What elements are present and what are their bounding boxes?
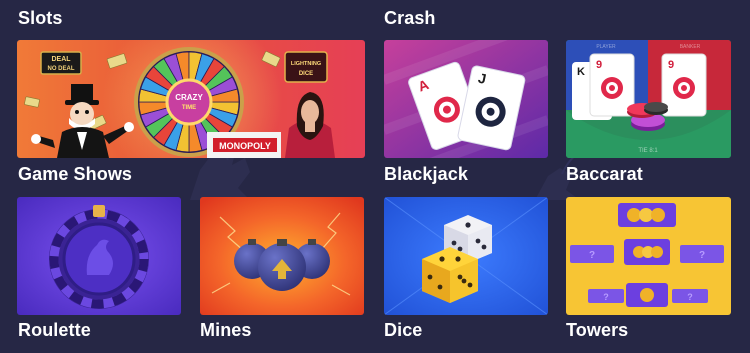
game-label-mines[interactable]: Mines bbox=[200, 320, 252, 340]
svg-text:LIGHTNING: LIGHTNING bbox=[291, 61, 321, 67]
game-label-dice[interactable]: Dice bbox=[384, 320, 422, 340]
blackjack-thumbnail: A J bbox=[384, 40, 548, 158]
svg-text:?: ? bbox=[699, 250, 705, 261]
game-label-blackjack[interactable]: Blackjack bbox=[384, 164, 468, 184]
game-label-roulette[interactable]: Roulette bbox=[18, 320, 91, 340]
svg-text:DICE: DICE bbox=[299, 71, 313, 77]
svg-text:TIE 8:1: TIE 8:1 bbox=[638, 148, 658, 154]
game-shows-thumbnail: DEAL NO DEAL CRAZY TIME MONOPOLY LIGHTNI… bbox=[17, 40, 365, 158]
svg-text:?: ? bbox=[589, 250, 595, 261]
svg-text:CRAZY: CRAZY bbox=[175, 93, 203, 102]
game-tile-dice[interactable] bbox=[384, 197, 548, 315]
game-label-baccarat[interactable]: Baccarat bbox=[566, 164, 643, 184]
game-label-game-shows[interactable]: Game Shows bbox=[18, 164, 132, 184]
game-tile-towers[interactable]: ? ? ? ? bbox=[566, 197, 731, 315]
poker-chips-icon bbox=[627, 102, 668, 131]
svg-text:PLAYER: PLAYER bbox=[596, 44, 616, 50]
svg-text:BANKER: BANKER bbox=[680, 44, 701, 50]
svg-text:MONOPOLY: MONOPOLY bbox=[219, 141, 271, 151]
towers-thumbnail: ? ? ? ? bbox=[566, 197, 731, 315]
svg-text:9: 9 bbox=[668, 59, 674, 71]
nine-card-icon: 9 bbox=[589, 53, 635, 117]
deal-no-deal-logo: DEAL NO DEAL bbox=[40, 51, 82, 75]
dice-thumbnail bbox=[384, 197, 548, 315]
svg-text:?: ? bbox=[603, 292, 609, 302]
svg-text:?: ? bbox=[687, 292, 693, 302]
game-tile-blackjack[interactable]: A J bbox=[384, 40, 548, 158]
section-title-slots[interactable]: Slots bbox=[18, 8, 63, 28]
lightning-dice-logo: LIGHTNING DICE bbox=[284, 51, 328, 83]
monopoly-logo: MONOPOLY bbox=[207, 132, 281, 158]
nine-card-red-icon: 9 bbox=[661, 53, 707, 117]
svg-text:9: 9 bbox=[596, 59, 602, 71]
game-tile-roulette[interactable] bbox=[17, 197, 181, 315]
svg-text:K: K bbox=[577, 66, 585, 78]
section-title-crash[interactable]: Crash bbox=[384, 8, 436, 28]
svg-text:TIME: TIME bbox=[182, 105, 196, 111]
game-tile-game-shows[interactable]: DEAL NO DEAL CRAZY TIME MONOPOLY LIGHTNI… bbox=[17, 40, 365, 158]
mines-thumbnail bbox=[200, 197, 364, 315]
svg-text:DEAL: DEAL bbox=[51, 56, 71, 63]
roulette-thumbnail bbox=[17, 197, 181, 315]
game-label-towers[interactable]: Towers bbox=[566, 320, 628, 340]
svg-text:NO DEAL: NO DEAL bbox=[48, 66, 75, 72]
game-tile-mines[interactable] bbox=[200, 197, 364, 315]
baccarat-thumbnail: PLAYER BANKER TIE 8:1 K 9 9 bbox=[566, 40, 731, 158]
game-tile-baccarat[interactable]: PLAYER BANKER TIE 8:1 K 9 9 bbox=[566, 40, 731, 158]
